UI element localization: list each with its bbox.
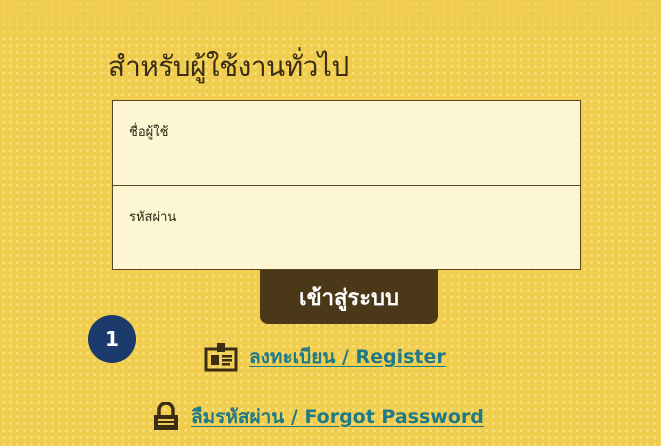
username-input[interactable] xyxy=(127,141,566,173)
section-title: สำหรับผู้ใช้งานทั่วไป xyxy=(108,50,349,83)
register-link-label: ลงทะเบียน / Register xyxy=(249,346,446,368)
register-link[interactable]: ลงทะเบียน / Register xyxy=(203,342,446,372)
username-label: ชื่อผู้ใช้ xyxy=(129,125,169,140)
username-field[interactable]: ชื่อผู้ใช้ xyxy=(113,101,580,185)
forgot-password-link[interactable]: ลืมรหัสผ่าน / Forgot Password xyxy=(151,402,484,432)
background-band xyxy=(0,0,661,35)
password-field[interactable]: รหัสผ่าน xyxy=(113,185,580,269)
login-button[interactable]: เข้าสู่ระบบ xyxy=(260,270,438,324)
forgot-password-link-label: ลืมรหัสผ่าน / Forgot Password xyxy=(191,406,484,428)
id-card-icon xyxy=(203,342,239,372)
password-label: รหัสผ่าน xyxy=(129,210,177,225)
login-form: ชื่อผู้ใช้ รหัสผ่าน xyxy=(112,100,581,270)
step-badge: 1 xyxy=(88,315,136,363)
password-input[interactable] xyxy=(127,226,566,258)
lock-icon xyxy=(151,402,181,432)
